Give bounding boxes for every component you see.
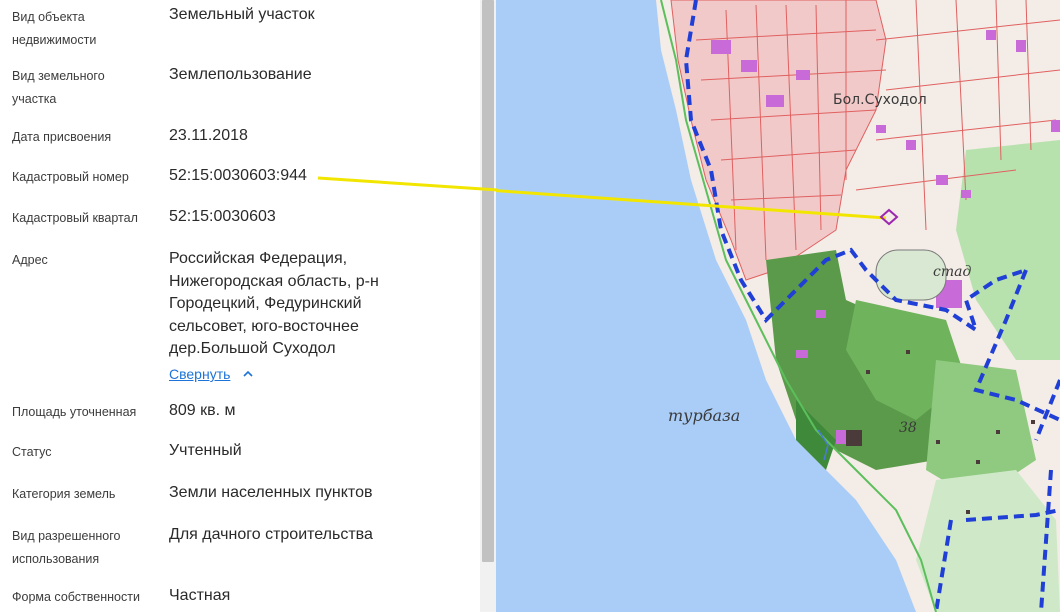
cadastral-quarter-value[interactable]: 52:15:0030603 xyxy=(169,206,469,229)
field-label: Кадастровый номер xyxy=(12,170,129,184)
field-value: 809 кв. м xyxy=(169,402,236,419)
chevron-up-icon[interactable] xyxy=(240,366,256,382)
address-value: Российская Федерация, Нижегородская обла… xyxy=(169,250,379,357)
field-label: Категория земель xyxy=(12,487,116,501)
cadastral-map[interactable]: Бол.Суходол стад турбаза 38 xyxy=(496,0,1060,612)
stadium-label: стад xyxy=(933,264,972,280)
field-label: Вид разрешенного использования xyxy=(12,529,121,566)
camp-label: турбаза xyxy=(668,406,741,425)
field-label: Площадь уточненная xyxy=(12,405,137,419)
field-value: Землепользование xyxy=(169,66,312,83)
field-label: Вид объекта недвижимости xyxy=(12,10,97,47)
map-canvas[interactable] xyxy=(496,0,1060,612)
field-value: Учтенный xyxy=(169,442,242,459)
field-value: Для дачного строительства xyxy=(169,526,373,543)
field-label: Форма собственности xyxy=(12,590,140,604)
field-label: Адрес xyxy=(12,253,48,267)
field-label: Дата присвоения xyxy=(12,130,112,144)
area-number-label: 38 xyxy=(899,420,917,436)
field-label: Вид земельного участка xyxy=(12,69,105,106)
scrollbar-thumb[interactable] xyxy=(482,0,494,562)
property-details-panel: Вид объекта недвижимости Земельный участ… xyxy=(0,0,480,612)
field-value: Земли населенных пунктов xyxy=(169,484,373,501)
village-label: Бол.Суходол xyxy=(833,92,927,108)
field-value: Частная xyxy=(169,587,231,604)
pointer-line-segment xyxy=(318,176,498,192)
field-label: Кадастровый квартал xyxy=(12,211,138,225)
field-value: Земельный участок xyxy=(169,6,315,23)
collapse-address-link[interactable]: Свернуть xyxy=(169,366,230,382)
field-value: 23.11.2018 xyxy=(169,127,248,144)
field-label: Статус xyxy=(12,445,52,459)
